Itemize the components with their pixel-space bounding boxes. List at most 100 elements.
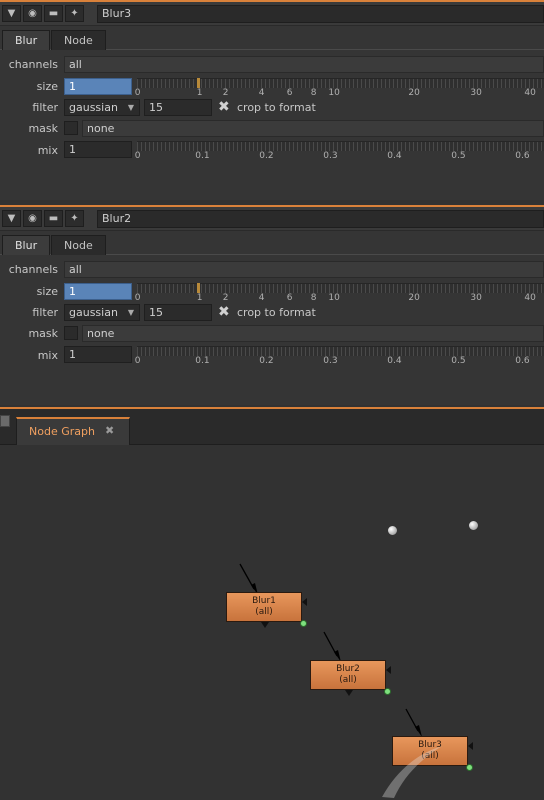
wrench-icon[interactable]: ✦ (65, 210, 84, 227)
tick-label: 30 (470, 293, 482, 303)
mix-slider[interactable]: 0 0.1 0.2 0.3 0.4 0.5 0.6 (135, 141, 544, 163)
mask-checkbox[interactable] (64, 326, 78, 340)
node-graph-panel[interactable]: Node Graph ✖ Blur1 (all) Blur2 (all) Blu… (0, 407, 544, 800)
tick-label: 2 (222, 293, 229, 303)
tick-label: 40 (524, 293, 536, 303)
viewer-icon[interactable]: ◉ (23, 210, 42, 227)
mix-label: mix (37, 349, 58, 362)
mix-slider[interactable]: 0 0.1 0.2 0.3 0.4 0.5 0.6 (134, 346, 544, 368)
tick-label: 0.6 (515, 151, 530, 161)
filter-label: filter (32, 101, 58, 114)
node-blur2[interactable]: Blur2 (all) (310, 660, 391, 696)
node-name-field[interactable]: Blur2 (97, 210, 544, 228)
mix-input[interactable]: 1 (64, 346, 132, 363)
tick-label: 0 (134, 356, 141, 366)
tick-label: 1 (196, 293, 203, 303)
mix-dot-icon[interactable] (466, 764, 473, 771)
tick-label: 0 (134, 88, 141, 98)
tab-node[interactable]: Node (51, 235, 106, 255)
tick-label: 10 (328, 293, 340, 303)
viewer-icon[interactable]: ◉ (23, 5, 42, 22)
collapse-triangle-icon[interactable]: ▼ (2, 210, 21, 227)
mask-dropdown[interactable]: none (82, 120, 544, 137)
filter-quality-input[interactable]: 15 (144, 304, 212, 321)
crop-checkbox-x-icon[interactable]: ✖ (218, 305, 230, 319)
tick-label: 0.5 (451, 356, 466, 366)
node-sublabel: (all) (255, 607, 273, 617)
node-blur1[interactable]: Blur1 (all) (226, 592, 307, 628)
tick-label: 0 (134, 293, 141, 303)
crop-to-format-label: crop to format (237, 306, 316, 319)
tick-label: 4 (258, 293, 265, 303)
filter-value: gaussian (69, 101, 118, 114)
camera-icon[interactable]: ▬ (44, 210, 63, 227)
tick-label: 8 (310, 88, 317, 98)
chevron-down-icon: ▼ (127, 308, 134, 317)
mask-input-icon[interactable] (386, 666, 391, 674)
node-name-field[interactable]: Blur3 (97, 5, 544, 23)
tab-blur[interactable]: Blur (2, 235, 51, 255)
channels-label: channels (8, 58, 58, 71)
mask-input-icon[interactable] (302, 598, 307, 606)
properties-panel-blur2: ▼ ◉ ▬ ✦ Blur2 Blur Node channels all siz… (0, 205, 544, 405)
dot-node[interactable] (387, 525, 398, 536)
watermark-logo (382, 746, 442, 798)
output-arrow-icon[interactable] (345, 690, 353, 696)
tick-label: 40 (524, 88, 536, 98)
tab-blur[interactable]: Blur (2, 30, 51, 50)
node-sublabel: (all) (339, 675, 357, 685)
tick-label: 0.4 (387, 151, 402, 161)
mask-label: mask (28, 327, 58, 340)
filter-dropdown[interactable]: gaussian ▼ (64, 304, 140, 321)
collapse-triangle-icon[interactable]: ▼ (2, 5, 21, 22)
tick-label: 20 (408, 88, 420, 98)
size-slider[interactable]: 0 1 2 4 6 8 10 20 30 40 (134, 78, 544, 100)
panel-header: ▼ ◉ ▬ ✦ Blur3 (0, 2, 544, 26)
size-label: size (36, 80, 58, 93)
tick-label: 6 (286, 293, 293, 303)
tab-node[interactable]: Node (51, 30, 106, 50)
size-label: size (36, 285, 58, 298)
mask-input-icon[interactable] (468, 742, 473, 750)
filter-quality-input[interactable]: 15 (144, 99, 212, 116)
tick-label: 0.4 (387, 356, 402, 366)
node-label: Blur2 (336, 664, 360, 674)
tick-label: 6 (286, 88, 293, 98)
tick-label: 30 (470, 88, 482, 98)
channels-label: channels (8, 263, 58, 276)
filter-label: filter (32, 306, 58, 319)
tick-label: 0.1 (195, 356, 210, 366)
tick-label: 0.3 (323, 356, 338, 366)
panel-header: ▼ ◉ ▬ ✦ Blur2 (0, 207, 544, 231)
crop-to-format-label: crop to format (237, 101, 316, 114)
dot-node[interactable] (468, 520, 479, 531)
size-input[interactable]: 1 (64, 283, 132, 300)
slider-handle[interactable] (197, 283, 200, 293)
tick-label: 0.6 (515, 356, 530, 366)
mix-label: mix (37, 144, 58, 157)
wrench-icon[interactable]: ✦ (65, 5, 84, 22)
tick-label: 0.5 (451, 151, 466, 161)
crop-checkbox-x-icon[interactable]: ✖ (218, 100, 230, 114)
slider-handle[interactable] (197, 78, 200, 88)
channels-dropdown[interactable]: all (64, 261, 544, 278)
channels-dropdown[interactable]: all (64, 56, 544, 73)
size-input[interactable]: 1 (64, 78, 132, 95)
mix-dot-icon[interactable] (300, 620, 307, 627)
panel-tabs: Blur Node (0, 28, 544, 50)
tick-label: 0.2 (259, 356, 274, 366)
node-label: Blur1 (252, 596, 276, 606)
mix-input[interactable]: 1 (64, 141, 132, 158)
mask-checkbox[interactable] (64, 121, 78, 135)
mask-label: mask (28, 122, 58, 135)
mix-dot-icon[interactable] (384, 688, 391, 695)
tick-label: 20 (408, 293, 420, 303)
mask-dropdown[interactable]: none (82, 325, 544, 342)
size-slider[interactable]: 0 1 2 4 6 8 10 20 30 40 (134, 283, 544, 305)
filter-dropdown[interactable]: gaussian ▼ (64, 99, 140, 116)
output-arrow-icon[interactable] (261, 622, 269, 628)
panel-tabs: Blur Node (0, 233, 544, 255)
tick-label: 0.1 (195, 151, 210, 161)
camera-icon[interactable]: ▬ (44, 5, 63, 22)
tick-label: 0.2 (259, 151, 274, 161)
